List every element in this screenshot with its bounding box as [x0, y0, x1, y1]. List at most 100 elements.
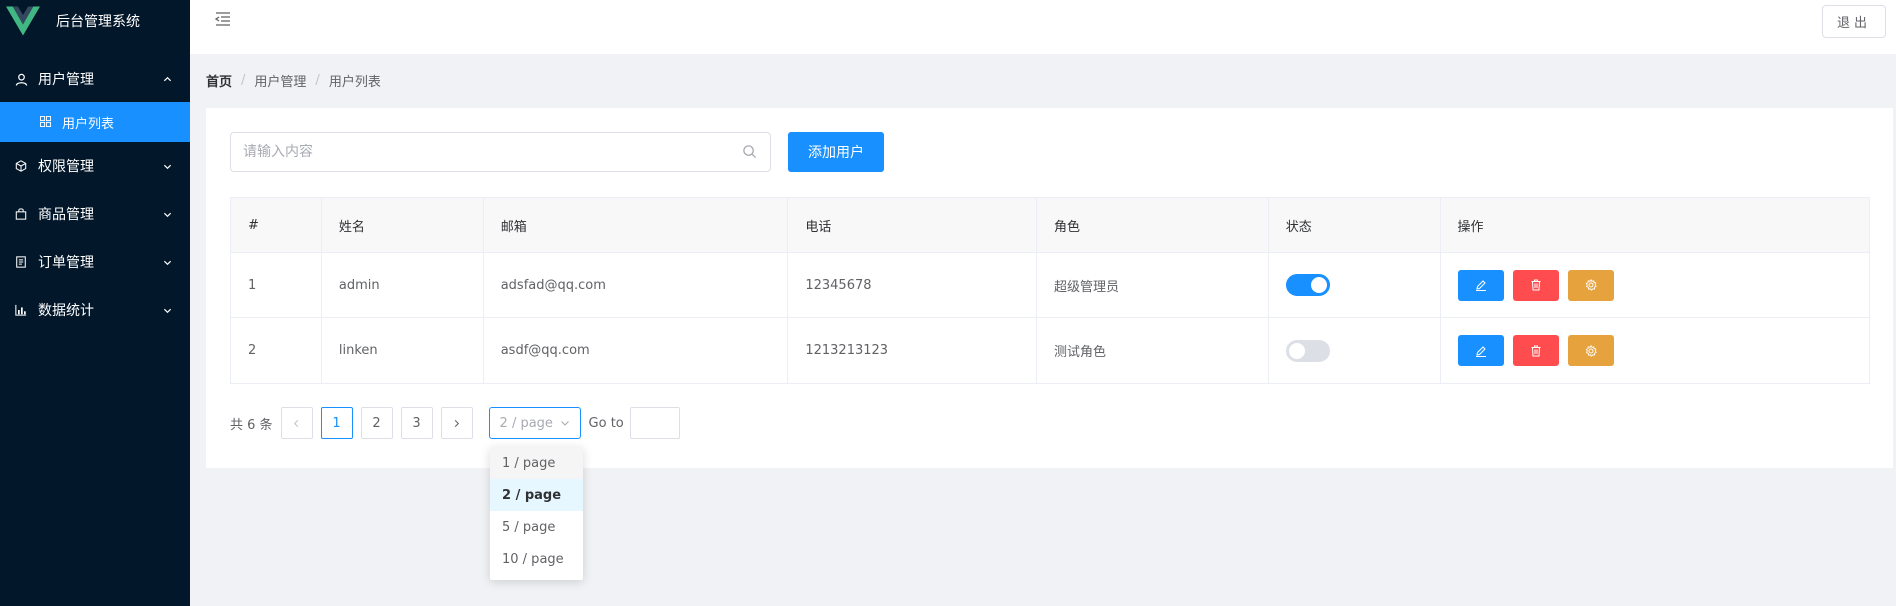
page-size-option[interactable]: 5 / page	[490, 511, 583, 543]
sidebar-item-label: 数据统计	[38, 303, 94, 319]
top-header: 退出	[190, 0, 1896, 54]
sidebar-item-order-management[interactable]: 订单管理	[0, 238, 190, 286]
user-list-card: 添加用户 # 姓名 邮箱 电话 角色 状态 操作 1 admin adsfad@…	[206, 108, 1893, 468]
chevron-down-icon	[560, 421, 569, 426]
sidebar: 后台管理系统 用户管理 用户列表 权限管理 商品管理 订单管理 数据统计	[0, 0, 190, 606]
app-logo: 后台管理系统	[0, 0, 190, 42]
cell-status	[1269, 253, 1441, 317]
chevron-down-icon	[162, 305, 172, 315]
user-table: # 姓名 邮箱 电话 角色 状态 操作 1 admin adsfad@qq.co…	[230, 197, 1870, 384]
cell-email: asdf@qq.com	[484, 318, 789, 383]
page-size-select[interactable]: 2 / page	[488, 407, 581, 439]
document-icon	[14, 255, 28, 269]
cube-icon	[14, 159, 28, 173]
table-row: 1 admin adsfad@qq.com 12345678 超级管理员	[231, 253, 1869, 318]
cell-index: 2	[231, 318, 322, 383]
edit-icon	[1475, 345, 1486, 357]
delete-button[interactable]	[1512, 335, 1559, 366]
cell-name: linken	[322, 318, 484, 383]
breadcrumb: 首页 / 用户管理 / 用户列表	[206, 71, 381, 90]
cell-role: 测试角色	[1037, 318, 1269, 383]
gear-icon	[1585, 344, 1597, 357]
assign-role-button[interactable]	[1567, 335, 1614, 366]
breadcrumb-item: 用户管理	[254, 75, 307, 90]
bag-icon	[14, 207, 28, 221]
cell-email: adsfad@qq.com	[484, 253, 789, 317]
table-header: # 姓名 邮箱 电话 角色 状态 操作	[231, 198, 1869, 253]
vue-logo-icon	[6, 6, 40, 36]
status-switch[interactable]	[1285, 339, 1330, 362]
page-size-dropdown: 1 / page 2 / page 5 / page 10 / page	[490, 447, 583, 580]
column-header: 角色	[1037, 198, 1269, 252]
sidebar-item-permission-management[interactable]: 权限管理	[0, 142, 190, 190]
column-header: 邮箱	[484, 198, 789, 252]
page-size-option[interactable]: 2 / page	[490, 479, 583, 511]
logout-button[interactable]: 退出	[1822, 5, 1886, 38]
goto-page-input[interactable]	[629, 407, 680, 439]
edit-button[interactable]	[1457, 269, 1504, 301]
menu-fold-icon[interactable]	[214, 10, 232, 28]
page-size-option[interactable]: 10 / page	[490, 543, 583, 575]
delete-icon	[1531, 345, 1541, 356]
sidebar-item-label: 用户管理	[38, 72, 94, 88]
chevron-down-icon	[162, 161, 172, 171]
sidebar-item-product-management[interactable]: 商品管理	[0, 190, 190, 238]
breadcrumb-separator: /	[241, 73, 246, 88]
delete-icon	[1531, 279, 1541, 291]
status-switch[interactable]	[1285, 274, 1330, 296]
pagination: 共 6 条 1 2 3 2 / page Go to	[230, 407, 680, 439]
add-user-button[interactable]: 添加用户	[788, 132, 884, 172]
cell-phone: 1213213123	[788, 318, 1038, 383]
sidebar-subitem-label: 用户列表	[62, 116, 115, 132]
switch-knob	[1310, 277, 1327, 293]
gear-icon	[1585, 279, 1597, 291]
sidebar-item-label: 订单管理	[38, 255, 94, 271]
search-icon[interactable]	[742, 144, 758, 160]
page-button-3[interactable]: 3	[400, 407, 433, 439]
assign-role-button[interactable]	[1567, 269, 1614, 301]
chart-icon	[14, 303, 28, 317]
sidebar-menu: 用户管理 用户列表 权限管理 商品管理 订单管理 数据统计	[0, 56, 190, 334]
grid-icon	[40, 116, 52, 128]
sidebar-subitem-user-list[interactable]: 用户列表	[0, 102, 190, 142]
next-page-button[interactable]	[440, 407, 473, 439]
sidebar-item-user-management[interactable]: 用户管理	[0, 56, 190, 102]
goto-label: Go to	[588, 415, 624, 431]
page-size-option[interactable]: 1 / page	[490, 447, 583, 479]
cell-phone: 12345678	[788, 253, 1038, 317]
switch-knob	[1288, 342, 1305, 359]
chevron-down-icon	[162, 257, 172, 267]
cell-name: admin	[322, 253, 484, 317]
sidebar-item-data-statistics[interactable]: 数据统计	[0, 286, 190, 334]
edit-button[interactable]	[1457, 335, 1504, 366]
column-header: 状态	[1269, 198, 1441, 252]
search-input[interactable]	[231, 133, 742, 171]
column-header: #	[231, 198, 322, 252]
sidebar-item-label: 商品管理	[38, 207, 94, 223]
edit-icon	[1475, 280, 1486, 291]
page-size-value: 2 / page	[499, 415, 553, 431]
prev-page-button[interactable]	[280, 407, 313, 439]
page-button-2[interactable]: 2	[360, 407, 393, 439]
cell-status	[1269, 318, 1441, 383]
sidebar-item-label: 权限管理	[38, 159, 94, 175]
column-header: 电话	[788, 198, 1038, 252]
delete-button[interactable]	[1512, 269, 1559, 301]
app-title: 后台管理系统	[56, 14, 140, 30]
chevron-left-icon	[293, 419, 299, 427]
chevron-up-icon	[162, 74, 172, 84]
page-button-1[interactable]: 1	[320, 407, 353, 439]
chevron-down-icon	[162, 209, 172, 219]
breadcrumb-separator: /	[315, 73, 320, 88]
breadcrumb-item: 用户列表	[328, 75, 381, 90]
cell-index: 1	[231, 253, 322, 317]
table-row: 2 linken asdf@qq.com 1213213123 测试角色	[231, 318, 1869, 383]
column-header: 姓名	[322, 198, 484, 252]
search-box	[230, 132, 771, 172]
breadcrumb-home[interactable]: 首页	[206, 71, 232, 90]
cell-actions	[1441, 253, 1869, 317]
cell-actions	[1441, 318, 1869, 383]
cell-role: 超级管理员	[1037, 253, 1269, 317]
column-header: 操作	[1457, 219, 1484, 235]
user-icon	[14, 72, 28, 86]
